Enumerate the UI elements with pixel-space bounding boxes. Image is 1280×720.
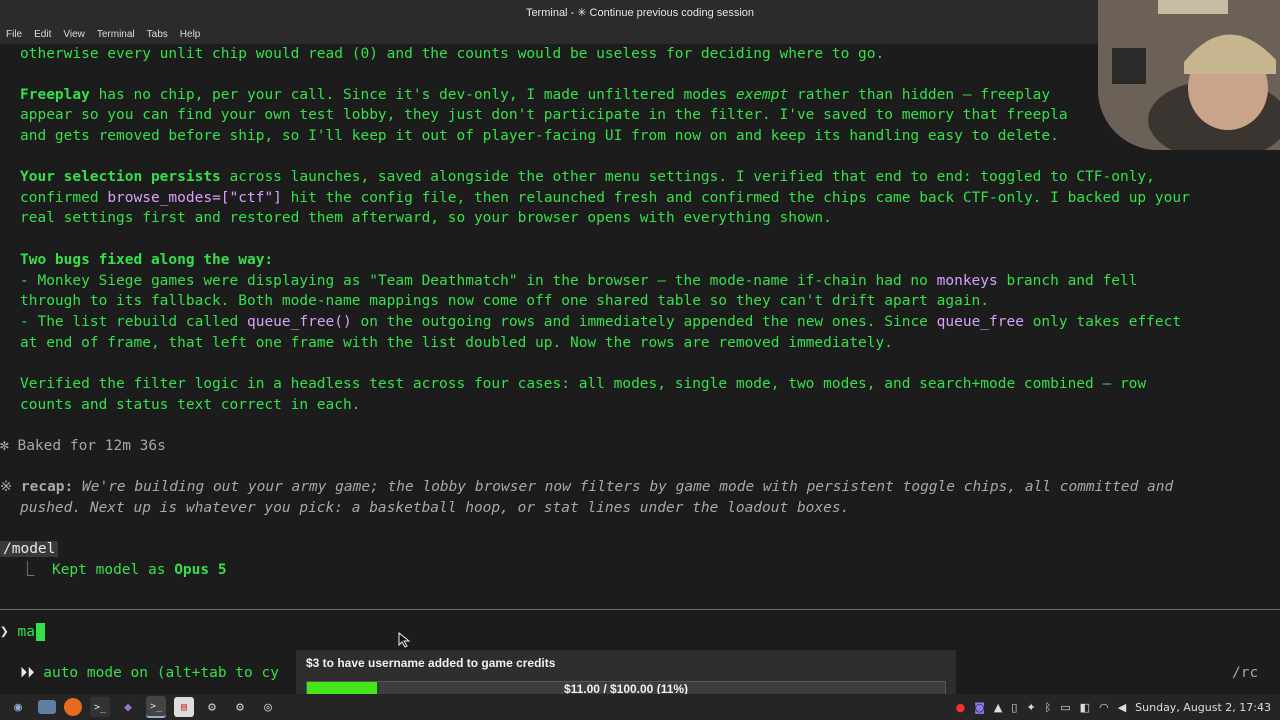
recap-label: recap: xyxy=(20,479,74,495)
output-line: Your selection persists across launches,… xyxy=(20,167,1155,187)
output-text: exempt xyxy=(735,87,789,103)
menu-icon[interactable]: ◉ xyxy=(8,697,28,717)
output-text: has no chip, per your call. Since it's d… xyxy=(89,87,736,103)
window-title: Terminal - ✳ Continue previous coding se… xyxy=(525,6,755,19)
output-text: Kept model as xyxy=(51,562,175,578)
game-icon[interactable]: ⚙ xyxy=(202,697,222,717)
section-heading: Two bugs fixed along the way: xyxy=(20,252,274,268)
output-text: branch and fell xyxy=(997,273,1138,289)
output-text: - Monkey Siege games were displaying as … xyxy=(20,273,937,289)
tray-settings-icon[interactable]: ✦ xyxy=(1026,701,1035,714)
tray-discord-icon[interactable]: ◙ xyxy=(974,701,985,714)
output-text: - The list rebuild called xyxy=(20,314,247,330)
donation-label: $3 to have username added to game credit… xyxy=(306,656,556,670)
editor-icon[interactable]: ◆ xyxy=(118,697,138,717)
auto-mode-status: ⏵⏵ auto mode on (alt+tab to cy xyxy=(20,663,279,683)
output-line: at end of frame, that left one frame wit… xyxy=(20,335,893,351)
clock[interactable]: Sunday, August 2, 17:43 xyxy=(1135,701,1271,714)
tree-branch-icon: ⎿ xyxy=(20,562,52,578)
output-text: hit the config file, then relaunched fre… xyxy=(281,190,1190,206)
menu-edit[interactable]: Edit xyxy=(34,29,51,40)
tray-volume-icon[interactable]: ◀ xyxy=(1118,701,1126,714)
model-result-line: ⎿ Kept model as Opus 5 xyxy=(20,560,227,580)
inline-code: monkeys xyxy=(936,273,998,289)
recap-line: pushed. Next up is whatever you pick: a … xyxy=(20,500,850,516)
output-line: confirmed browse_modes=["ctf"] hit the c… xyxy=(20,188,1190,208)
menu-view[interactable]: View xyxy=(63,29,85,40)
webcam-overlay xyxy=(1098,0,1280,150)
tray-lock-icon[interactable]: ▲ xyxy=(994,701,1002,714)
prompt-input-line[interactable]: ❯ ma xyxy=(0,622,45,642)
recap-icon: ※ xyxy=(0,479,21,495)
inline-code: queue_free() xyxy=(246,314,352,330)
output-line: appear so you can find your own test lob… xyxy=(20,107,1068,123)
game2-icon[interactable]: ⚙ xyxy=(230,697,250,717)
slash-command-line: /model xyxy=(0,539,59,559)
auto-mode-icon: ⏵⏵ xyxy=(20,665,44,681)
firefox-icon[interactable] xyxy=(64,698,82,716)
output-line: - Monkey Siege games were displaying as … xyxy=(20,271,1137,291)
menu-help[interactable]: Help xyxy=(180,29,201,40)
auto-mode-text: auto mode on (alt+tab to cy xyxy=(43,665,279,681)
terminal-active-icon[interactable]: >_ xyxy=(146,696,166,718)
tray-bluetooth-icon[interactable]: ᛒ xyxy=(1045,701,1052,714)
output-line: and gets removed before ship, so I'll ke… xyxy=(20,128,1059,144)
output-line: real settings first and restored them af… xyxy=(20,210,832,226)
output-line: through to its fallback. Both mode-name … xyxy=(20,293,990,309)
terminal-icon[interactable]: >_ xyxy=(90,697,110,717)
prompt-divider xyxy=(0,609,1280,610)
terminal-output[interactable]: otherwise every unlit chip would read (0… xyxy=(0,44,1280,694)
system-tray: ● ◙ ▲ ▯ ✦ ᛒ ▭ ◧ ◠ ◀ Sunday, August 2, 17… xyxy=(956,694,1280,720)
output-line: counts and status text correct in each. xyxy=(20,397,361,413)
file-manager-icon[interactable] xyxy=(38,700,56,714)
output-line: - The list rebuild called queue_free() o… xyxy=(20,312,1181,332)
tray-display-icon[interactable]: ▭ xyxy=(1060,701,1070,714)
output-line: Freeplay has no chip, per your call. Sin… xyxy=(20,85,1050,105)
prompt-input[interactable]: ma xyxy=(17,624,34,640)
menu-file[interactable]: File xyxy=(6,29,22,40)
recap-line: ※ recap: We're building out your army ga… xyxy=(0,477,1173,497)
tray-wifi-icon[interactable]: ◠ xyxy=(1099,701,1109,714)
slash-command: /model xyxy=(0,541,59,557)
menu-bar: File Edit View Terminal Tabs Help xyxy=(0,24,1280,44)
taskbar: ◉ >_ ◆ >_ ▤ ⚙ ⚙ ◎ ● ◙ ▲ ▯ ✦ ᛒ ▭ ◧ ◠ ◀ Su… xyxy=(0,694,1280,720)
output-text: rather than hidden — freeplay xyxy=(788,87,1051,103)
document-icon[interactable]: ▤ xyxy=(174,697,194,717)
section-heading: Freeplay xyxy=(20,87,90,103)
tray-clipboard-icon[interactable]: ▯ xyxy=(1011,701,1017,714)
menu-terminal[interactable]: Terminal xyxy=(97,29,135,40)
output-text: only takes effect xyxy=(1023,314,1182,330)
output-text: on the outgoing rows and immediately app… xyxy=(351,314,937,330)
baked-status: ✻ Baked for 12m 36s xyxy=(0,438,166,454)
rc-indicator: /rc xyxy=(1232,665,1259,681)
window-titlebar[interactable]: Terminal - ✳ Continue previous coding se… xyxy=(0,0,1280,24)
recap-text: We're building out your army game; the l… xyxy=(73,479,1174,495)
output-text: across launches, saved alongside the oth… xyxy=(220,169,1155,185)
inline-code: queue_free xyxy=(936,314,1024,330)
output-text: confirmed xyxy=(20,190,108,206)
output-line: otherwise every unlit chip would read (0… xyxy=(20,46,885,62)
output-line: Verified the filter logic in a headless … xyxy=(20,376,1147,392)
section-heading: Your selection persists xyxy=(20,169,221,185)
mouse-cursor-icon xyxy=(398,632,411,648)
menu-tabs[interactable]: Tabs xyxy=(147,29,168,40)
settings-icon[interactable]: ◎ xyxy=(258,697,278,717)
prompt-chevron-icon: ❯ xyxy=(0,624,18,640)
inline-code: browse_modes=["ctf"] xyxy=(107,190,282,206)
webcam-person-icon xyxy=(1098,0,1280,150)
tray-screen-icon[interactable]: ◧ xyxy=(1080,701,1090,714)
tray-app-icon[interactable]: ● xyxy=(956,701,966,714)
text-cursor xyxy=(35,623,45,641)
model-name: Opus 5 xyxy=(174,562,227,578)
